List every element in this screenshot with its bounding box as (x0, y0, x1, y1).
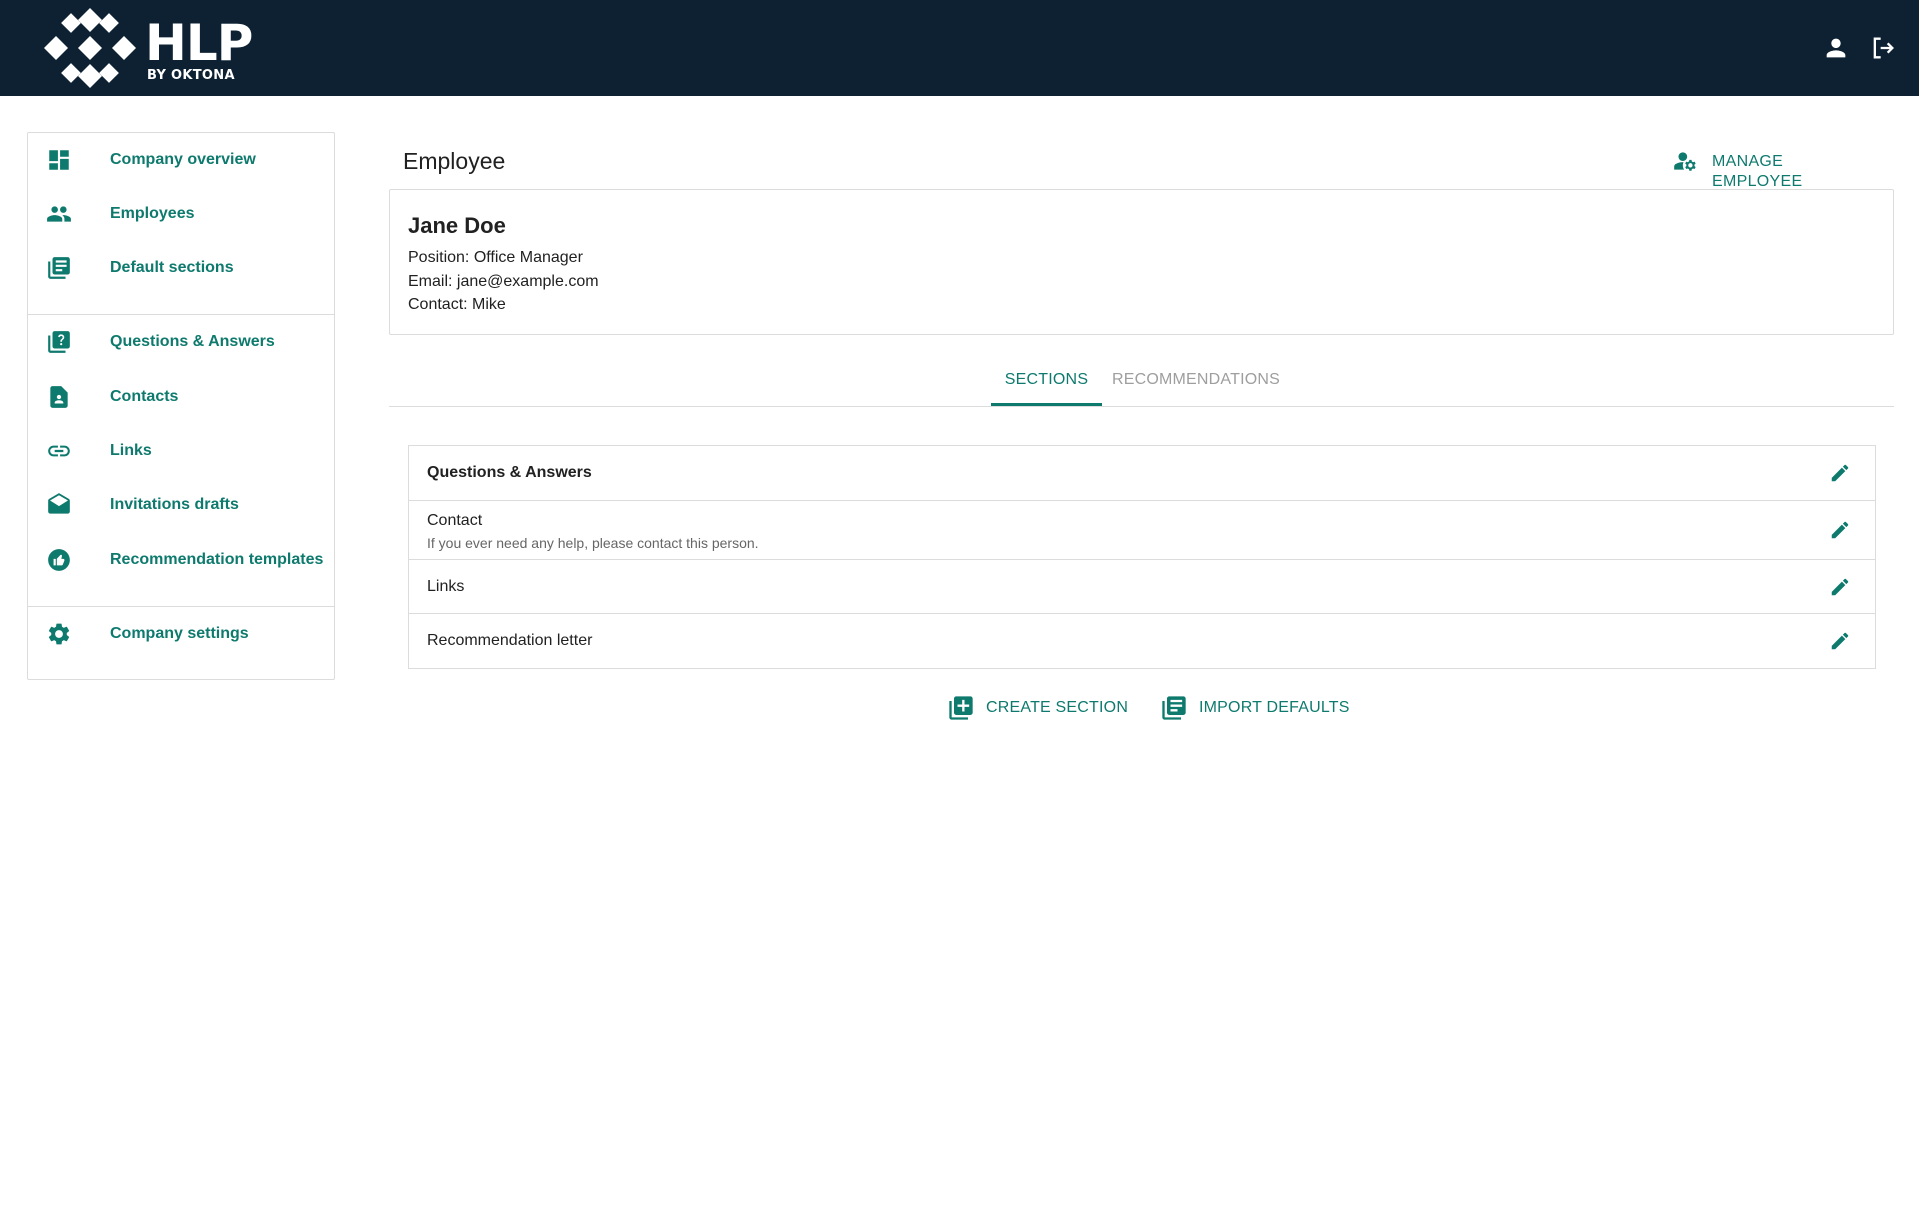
tab-sections[interactable]: SECTIONS (991, 368, 1102, 406)
section-title: Links (427, 578, 465, 595)
list-item[interactable]: Recommendation letter (409, 614, 1875, 668)
quiz-icon (46, 329, 72, 355)
sidebar-item-questions-answers[interactable]: Questions & Answers (28, 315, 334, 369)
manage-accounts-icon (1674, 152, 1696, 171)
drafts-icon (46, 492, 72, 518)
manage-employee-label: MANAGE EMPLOYEE (1712, 153, 1803, 190)
list-item[interactable]: Questions & Answers (409, 446, 1875, 501)
employee-contact: Contact: Mike (408, 296, 506, 313)
employee-position: Position: Office Manager (408, 249, 583, 266)
gear-icon (46, 621, 72, 647)
section-title: Contact (427, 512, 483, 529)
sidebar-item-label: Company overview (110, 151, 256, 168)
sidebar-nav: Company overview Employees Default secti… (27, 132, 335, 680)
employee-email: Email: jane@example.com (408, 273, 599, 290)
logo-mark-icon (44, 8, 136, 88)
sidebar-item-label: Default sections (110, 259, 234, 276)
sidebar-item-label: Company settings (110, 625, 249, 642)
thumb-up-icon (46, 547, 72, 573)
sidebar-item-label: Invitations drafts (110, 496, 239, 513)
import-defaults-label: IMPORT DEFAULTS (1199, 699, 1350, 716)
edit-icon[interactable] (1829, 519, 1851, 541)
sidebar-item-label: Recommendation templates (110, 551, 324, 568)
section-description: If you ever need any help, please contac… (427, 535, 759, 551)
section-title: Recommendation letter (427, 632, 593, 649)
sidebar-item-recommendation-templates[interactable]: Recommendation templates (28, 533, 334, 587)
logo-title: HLP (145, 14, 253, 72)
sidebar-item-links[interactable]: Links (28, 424, 334, 478)
employee-name: Jane Doe (408, 213, 506, 238)
edit-icon[interactable] (1829, 630, 1851, 652)
sections-list: Questions & Answers Contact If you ever … (408, 445, 1876, 669)
list-item[interactable]: Links (409, 560, 1875, 614)
account-icon[interactable] (1822, 34, 1850, 62)
sidebar-item-label: Contacts (110, 388, 179, 405)
contact-page-icon (46, 384, 72, 410)
sidebar-item-label: Questions & Answers (110, 333, 275, 350)
app-logo[interactable]: HLP BY OKTONA (44, 8, 264, 88)
sidebar-item-company-overview[interactable]: Company overview (28, 133, 334, 187)
sidebar-item-label: Links (110, 442, 152, 459)
manage-employee-button[interactable]: MANAGE EMPLOYEE (1668, 146, 1868, 190)
dashboard-icon (46, 147, 72, 173)
edit-icon[interactable] (1829, 576, 1851, 598)
sidebar-item-contacts[interactable]: Contacts (28, 370, 334, 424)
library-books-icon (46, 255, 72, 281)
sidebar-item-employees[interactable]: Employees (28, 187, 334, 241)
logout-icon[interactable] (1869, 34, 1897, 62)
sidebar-item-label: Employees (110, 205, 195, 222)
sidebar-item-default-sections[interactable]: Default sections (28, 241, 334, 295)
tab-recommendations[interactable]: RECOMMENDATIONS (1108, 368, 1284, 406)
create-section-button[interactable]: CREATE SECTION (947, 693, 1128, 723)
library-add-icon (949, 696, 973, 720)
sidebar-item-company-settings[interactable]: Company settings (28, 607, 334, 661)
library-books-icon (1162, 696, 1186, 720)
edit-icon[interactable] (1829, 462, 1851, 484)
create-section-label: CREATE SECTION (986, 699, 1129, 716)
link-icon (46, 438, 72, 464)
list-item[interactable]: Contact If you ever need any help, pleas… (409, 501, 1875, 560)
sidebar-item-invitations-drafts[interactable]: Invitations drafts (28, 478, 334, 532)
logo-subtitle: BY OKTONA (147, 68, 235, 83)
import-defaults-button[interactable]: IMPORT DEFAULTS (1160, 693, 1349, 723)
section-title: Questions & Answers (427, 464, 592, 481)
page-title: Employee (403, 148, 506, 174)
employee-card: Jane Doe Position: Office Manager Email:… (389, 189, 1894, 335)
top-app-bar: HLP BY OKTONA (0, 0, 1919, 96)
people-icon (46, 201, 72, 227)
tabs-divider (389, 406, 1894, 407)
